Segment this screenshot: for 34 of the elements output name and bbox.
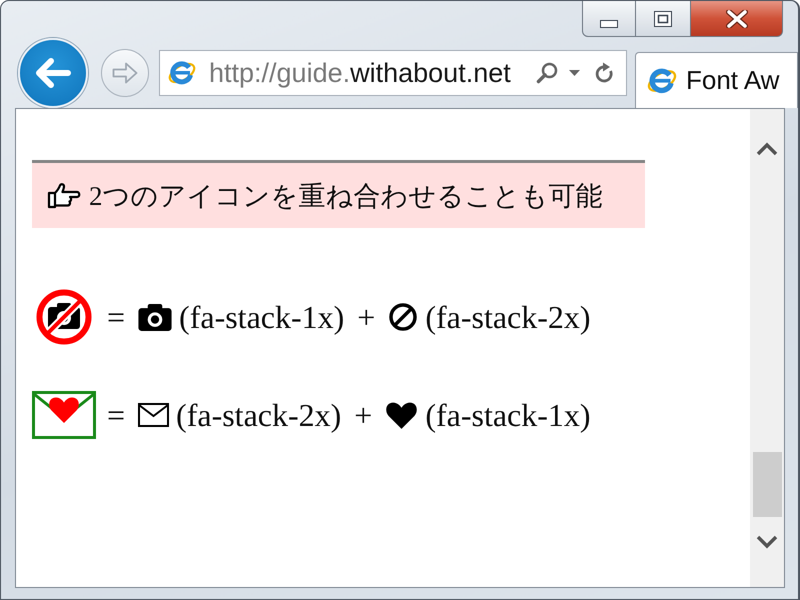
equals-sign: = bbox=[107, 298, 126, 336]
maximize-button[interactable] bbox=[636, 1, 691, 37]
class-label: (fa-stack-2x) bbox=[425, 298, 591, 336]
browser-tab[interactable]: Font Aw bbox=[635, 52, 798, 108]
forward-arrow-icon bbox=[112, 62, 138, 84]
scroll-up-icon[interactable] bbox=[756, 142, 778, 156]
refresh-icon[interactable] bbox=[594, 62, 614, 84]
minimize-icon bbox=[600, 20, 618, 28]
search-icon[interactable] bbox=[536, 62, 558, 84]
no-camera-icon bbox=[36, 289, 92, 345]
class-label: (fa-stack-2x) bbox=[176, 396, 342, 434]
url-text: http://guide.withabout.net bbox=[209, 58, 511, 88]
address-field[interactable]: http://guide.withabout.net bbox=[159, 50, 627, 96]
heading-text: 2つのアイコンを重ね合わせることも可能 bbox=[89, 180, 602, 212]
class-label: (fa-stack-1x) bbox=[425, 396, 591, 434]
scroll-down-icon[interactable] bbox=[756, 535, 778, 549]
plus-sign: + bbox=[354, 396, 372, 434]
back-arrow-icon bbox=[35, 58, 71, 88]
maximize-icon bbox=[654, 10, 672, 26]
plus-sign: + bbox=[357, 298, 376, 336]
close-icon bbox=[726, 10, 748, 28]
camera-icon bbox=[138, 302, 172, 332]
class-label: (fa-stack-1x) bbox=[179, 298, 344, 336]
scroll-thumb[interactable] bbox=[752, 452, 782, 517]
back-button[interactable] bbox=[18, 38, 88, 108]
scrollbar-track[interactable] bbox=[750, 109, 784, 587]
close-button[interactable] bbox=[691, 1, 783, 37]
equals-sign: = bbox=[107, 396, 126, 434]
ban-icon bbox=[388, 302, 418, 332]
minimize-button[interactable] bbox=[582, 1, 636, 37]
dropdown-caret-icon[interactable] bbox=[569, 70, 580, 76]
pointing-hand-icon bbox=[47, 182, 81, 208]
envelope-icon bbox=[138, 403, 170, 427]
heart-icon bbox=[385, 400, 418, 430]
